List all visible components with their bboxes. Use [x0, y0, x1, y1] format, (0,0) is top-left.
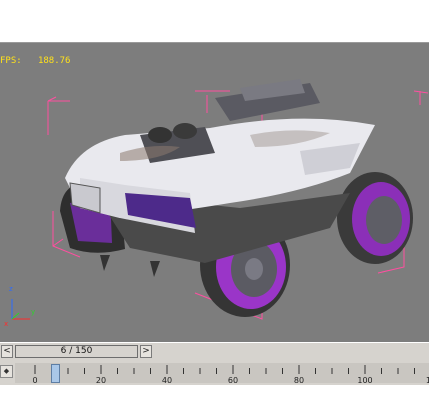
track-area[interactable]: 02040608010012 [15, 363, 429, 385]
tick-label: 40 [161, 376, 173, 385]
axis-x-label: x [4, 320, 8, 328]
axis-z-label: z [9, 285, 13, 293]
time-slider-bar: < 6 / 150 > [0, 342, 429, 362]
previous-frame-button[interactable]: < [1, 345, 13, 358]
tick-label: 100 [357, 376, 373, 385]
tick-label: 80 [293, 376, 305, 385]
tick-label: 20 [95, 376, 107, 385]
next-frame-button[interactable]: > [140, 345, 152, 358]
vehicle-model [60, 79, 413, 317]
tick-label: 0 [32, 376, 38, 385]
frame-counter[interactable]: 6 / 150 [15, 345, 138, 358]
top-margin [0, 0, 429, 42]
time-scrubber[interactable] [50, 364, 60, 383]
axis-y-label: y [31, 308, 35, 316]
perspective-viewport[interactable]: FPS: 188.76 z y x [0, 42, 429, 343]
key-icon[interactable]: ◆ [0, 365, 13, 378]
scene-canvas: z y x [4, 79, 429, 328]
bottom-margin [0, 385, 429, 411]
axis-gizmo: z y x [4, 285, 35, 328]
trackbar: ◆ 02040608010012 [0, 361, 429, 385]
tick-label: 60 [227, 376, 239, 385]
